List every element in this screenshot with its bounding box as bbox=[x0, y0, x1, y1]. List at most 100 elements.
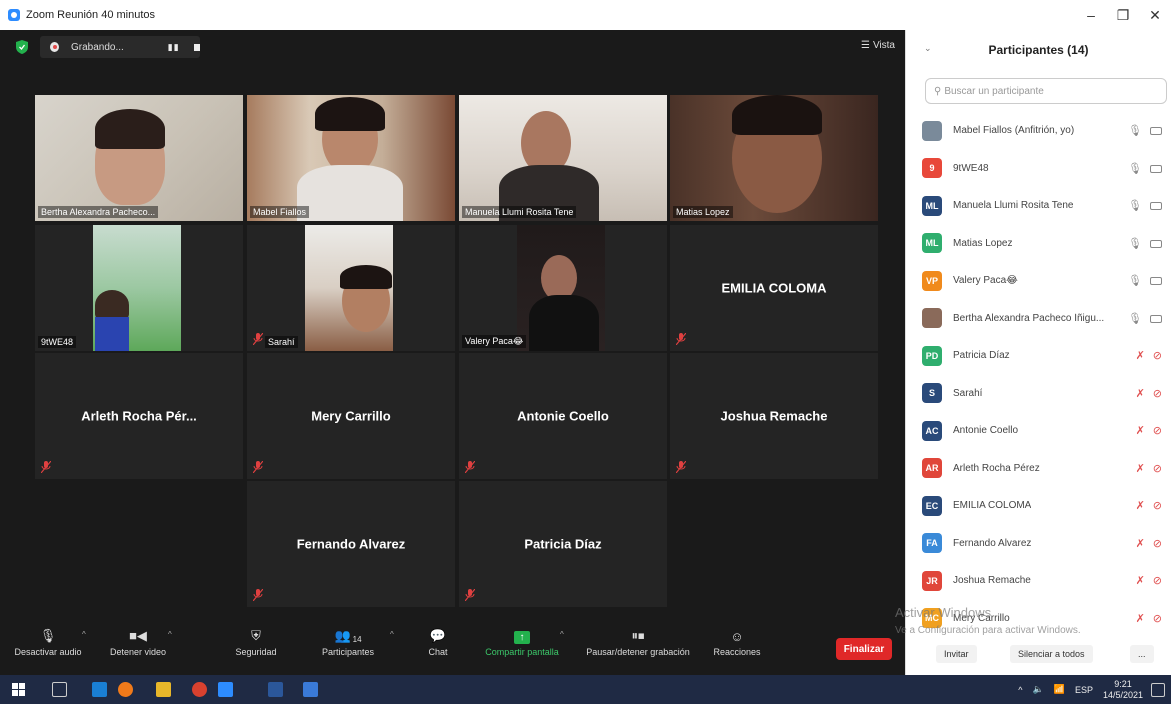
window-controls: – ❐ ✕ bbox=[1075, 0, 1171, 30]
security-button[interactable]: ⛨ Seguridad bbox=[224, 628, 288, 657]
video-tile-active-speaker[interactable]: Matias Lopez bbox=[670, 95, 878, 221]
name-tile[interactable]: Mery Carrillo bbox=[247, 353, 455, 479]
name-tile[interactable]: EMILIA COLOMA bbox=[670, 225, 878, 351]
name-tile[interactable]: Joshua Remache bbox=[670, 353, 878, 479]
microphone-icon: 🎙 bbox=[1128, 162, 1142, 175]
more-options-button[interactable]: ... bbox=[1130, 645, 1154, 663]
participant-row[interactable]: FA Fernando Alvarez ✗ ⊘ bbox=[906, 525, 1171, 563]
video-tile[interactable]: 9tWE48 bbox=[35, 225, 243, 351]
video-camera-icon bbox=[1150, 202, 1162, 210]
reactions-button[interactable]: ☺ Reacciones bbox=[706, 628, 768, 657]
chat-button[interactable]: 💬 Chat bbox=[418, 628, 458, 657]
participant-status-icons: 🎙 bbox=[1128, 124, 1162, 137]
close-button[interactable]: ✕ bbox=[1139, 0, 1171, 30]
panel-header: ⌄ Participantes (14) bbox=[906, 30, 1171, 70]
stop-video-button[interactable]: ■◀ Detener video ^ bbox=[98, 628, 178, 657]
restore-button[interactable]: ❐ bbox=[1107, 0, 1139, 30]
participant-row[interactable]: S Sarahí ✗ ⊘ bbox=[906, 375, 1171, 413]
recording-dot-icon bbox=[50, 42, 59, 52]
video-tile[interactable]: Mabel Fiallos bbox=[247, 95, 455, 221]
zoom-taskbar-icon[interactable] bbox=[218, 682, 233, 697]
participant-row[interactable]: PD Patricia Díaz ✗ ⊘ bbox=[906, 337, 1171, 375]
mute-audio-button[interactable]: 🎙 Desactivar audio ^ bbox=[8, 628, 88, 657]
video-options-caret-icon[interactable]: ^ bbox=[168, 630, 172, 639]
share-options-caret-icon[interactable]: ^ bbox=[560, 630, 564, 639]
muted-mic-icon: ✗ bbox=[1135, 575, 1145, 587]
participants-button[interactable]: 👥 14 Participantes ^ bbox=[308, 628, 394, 657]
participant-name: Antonie Coello bbox=[953, 425, 1019, 437]
task-view-icon[interactable] bbox=[52, 682, 67, 697]
participant-name: Arleth Rocha Pérez bbox=[953, 462, 1040, 474]
participant-name: Arleth Rocha Pér... bbox=[81, 408, 197, 424]
mute-all-button[interactable]: Silenciar a todos bbox=[1010, 645, 1093, 663]
participant-status-icons: ✗ ⊘ bbox=[1136, 574, 1162, 587]
video-tile[interactable]: Manuela Llumi Rosita Tene bbox=[459, 95, 667, 221]
recording-label: Grabando... bbox=[70, 41, 124, 53]
video-tile[interactable]: Sarahí bbox=[247, 225, 455, 351]
security-shield-icon[interactable] bbox=[16, 40, 28, 54]
participant-row[interactable]: Bertha Alexandra Pacheco Íñigu... 🎙 bbox=[906, 300, 1171, 338]
end-meeting-button[interactable]: Finalizar bbox=[836, 638, 892, 660]
video-camera-icon bbox=[1150, 127, 1162, 135]
participant-row[interactable]: ML Manuela Llumi Rosita Tene 🎙 bbox=[906, 187, 1171, 225]
participant-hair bbox=[95, 109, 165, 149]
view-button[interactable]: ☰ Vista bbox=[861, 40, 895, 51]
invite-button[interactable]: Invitar bbox=[936, 645, 977, 663]
participant-row[interactable]: AC Antonie Coello ✗ ⊘ bbox=[906, 412, 1171, 450]
participant-hair bbox=[340, 265, 392, 289]
chat-label: Chat bbox=[428, 647, 448, 657]
microphone-icon: 🎙 bbox=[1128, 312, 1142, 325]
network-icon[interactable]: 📶 bbox=[1054, 684, 1065, 695]
name-tile[interactable]: Fernando Alvarez bbox=[247, 481, 455, 607]
tile-name-label: Mabel Fiallos bbox=[250, 206, 310, 218]
share-screen-button[interactable]: ↑ Compartir pantalla ^ bbox=[474, 628, 570, 657]
chrome-icon[interactable] bbox=[192, 682, 207, 697]
video-off-icon: ⊘ bbox=[1152, 537, 1162, 550]
tray-chevron-icon[interactable]: ^ bbox=[1018, 685, 1022, 695]
language-indicator[interactable]: ESP bbox=[1075, 685, 1093, 695]
participant-avatar: AR bbox=[922, 458, 942, 479]
participant-avatar: JR bbox=[922, 570, 942, 591]
participants-panel: ⌄ Participantes (14) ⚲ Buscar un partici… bbox=[905, 30, 1171, 675]
participant-row[interactable]: EC EMILIA COLOMA ✗ ⊘ bbox=[906, 487, 1171, 525]
participants-options-caret-icon[interactable]: ^ bbox=[390, 630, 394, 639]
participant-row[interactable]: Mabel Fiallos (Anfitrión, yo) 🎙 bbox=[906, 112, 1171, 150]
windows-start-icon[interactable] bbox=[12, 683, 25, 696]
pause-stop-recording-button[interactable]: ⏸⏹ Pausar/detener grabación bbox=[575, 628, 701, 657]
participant-avatar: 9 bbox=[922, 158, 942, 179]
firefox-icon[interactable] bbox=[118, 682, 133, 697]
pause-stop-icon: ⏸⏹ bbox=[631, 628, 645, 643]
photos-icon[interactable] bbox=[303, 682, 318, 697]
participant-row[interactable]: VP Valery Paca😂 🎙 bbox=[906, 262, 1171, 300]
video-off-icon: ⊘ bbox=[1152, 425, 1162, 437]
word-icon[interactable] bbox=[268, 682, 283, 697]
mail-icon[interactable] bbox=[92, 682, 107, 697]
minimize-button[interactable]: – bbox=[1075, 0, 1107, 30]
participant-row[interactable]: JR Joshua Remache ✗ ⊘ bbox=[906, 562, 1171, 600]
microphone-icon: 🎙 bbox=[1128, 237, 1142, 250]
windows-taskbar: ^ 🔈 📶 ESP 9:21 14/5/2021 bbox=[0, 675, 1171, 704]
clock[interactable]: 9:21 14/5/2021 bbox=[1103, 679, 1143, 701]
volume-icon[interactable]: 🔈 bbox=[1033, 684, 1044, 695]
file-explorer-icon[interactable] bbox=[156, 682, 171, 697]
participant-search-input[interactable]: ⚲ Buscar un participante bbox=[925, 78, 1167, 104]
recording-indicator: Grabando... ▮▮ bbox=[40, 36, 200, 58]
name-tile[interactable]: Antonie Coello bbox=[459, 353, 667, 479]
participant-row[interactable]: ML Matias Lopez 🎙 bbox=[906, 225, 1171, 263]
participant-name: Patricia Díaz bbox=[953, 350, 1010, 362]
stop-recording-button[interactable] bbox=[193, 43, 200, 51]
audio-options-caret-icon[interactable]: ^ bbox=[82, 630, 86, 639]
video-tile[interactable]: Valery Paca😂 bbox=[459, 225, 667, 351]
pause-recording-button[interactable]: ▮▮ bbox=[168, 42, 180, 53]
participant-row[interactable]: AR Arleth Rocha Pérez ✗ ⊘ bbox=[906, 450, 1171, 488]
name-tile[interactable]: Arleth Rocha Pér... bbox=[35, 353, 243, 479]
participants-label: Participantes bbox=[321, 647, 375, 657]
reactions-label: Reacciones bbox=[713, 647, 761, 657]
notifications-icon[interactable] bbox=[1151, 682, 1165, 697]
participant-avatar bbox=[922, 120, 942, 141]
muted-mic-icon: ✗ bbox=[1135, 425, 1145, 437]
name-tile[interactable]: Patricia Díaz bbox=[459, 481, 667, 607]
video-tile[interactable]: Bertha Alexandra Pacheco... bbox=[35, 95, 243, 221]
microphone-icon: 🎙 bbox=[39, 628, 57, 643]
participant-row[interactable]: 9 9tWE48 🎙 bbox=[906, 150, 1171, 188]
